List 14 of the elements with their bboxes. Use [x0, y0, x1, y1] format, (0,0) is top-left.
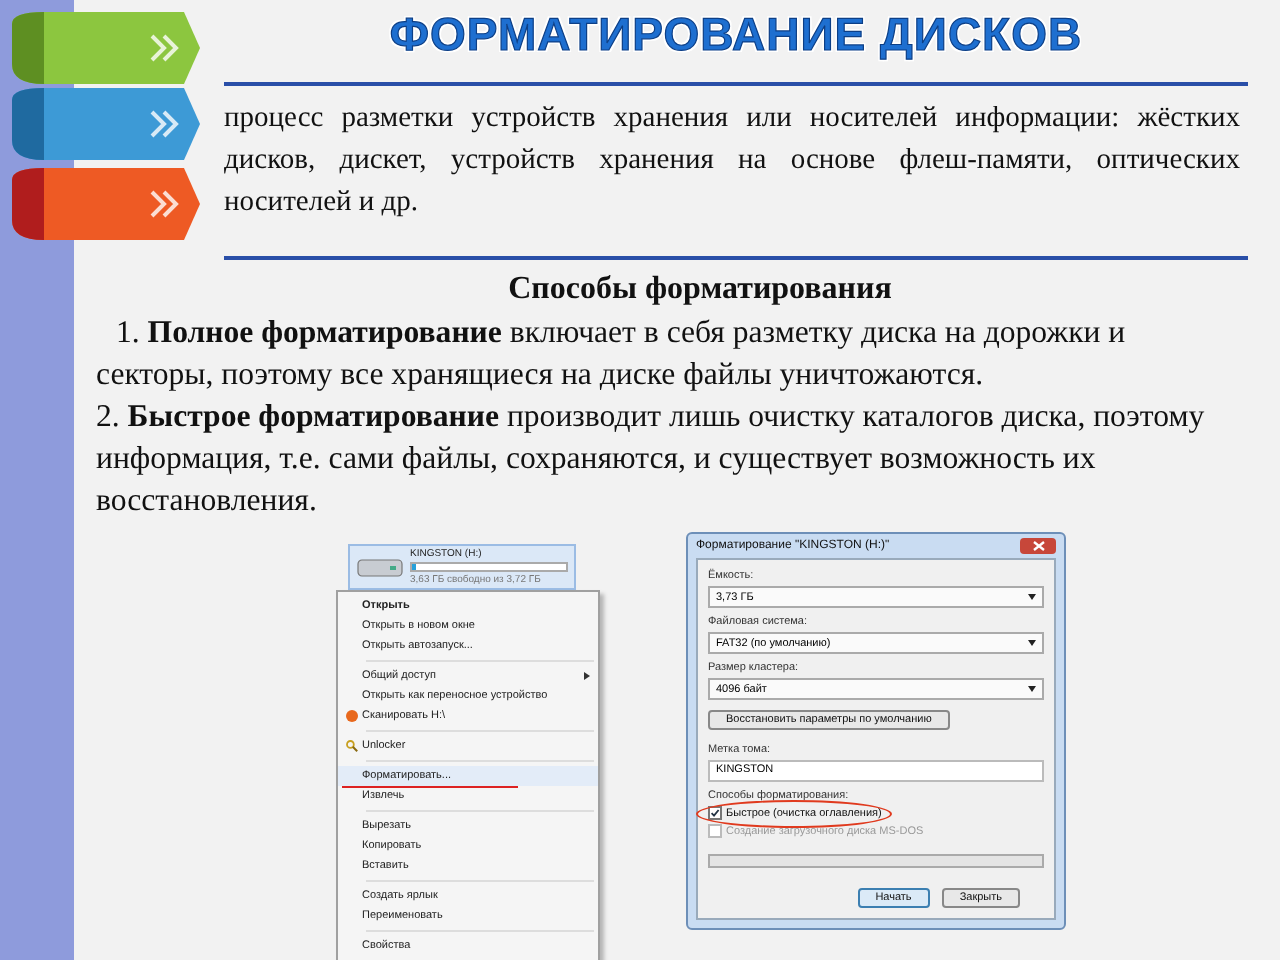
slide-title: ФОРМАТИРОВАНИЕ ДИСКОВ — [387, 8, 1085, 62]
caret-icon — [1028, 686, 1036, 692]
close-icon — [1031, 540, 1045, 552]
close-button[interactable] — [1020, 538, 1056, 554]
submenu-arrow-icon — [584, 672, 590, 680]
section-heading: Способы форматирования — [506, 272, 894, 308]
method-paragraph: 2. Быстрое форматирование производит лишь очистку каталогов диска, поэтому информация, т.е. сами файлы, сохраняются, и существует возможность их восстановления. — [96, 398, 1207, 522]
checkbox[interactable] — [708, 806, 722, 820]
caret-icon — [1028, 594, 1036, 600]
method-paragraph: 1. Полное форматирование включает в себя разметку диска на дорожки и секторы, поэтому все хранящиеся на диске файлы уничтожаются. — [96, 314, 1128, 396]
caret-icon — [1028, 640, 1036, 646]
drive-icon — [356, 555, 404, 579]
magnifier-icon — [346, 740, 358, 752]
intro-paragraph: процесс разметки устройств хранения или носителей информации: жёстких дисков, дискет, устройств хранения на основе флеш-памяти, оптических носителей и др. — [224, 100, 1240, 222]
